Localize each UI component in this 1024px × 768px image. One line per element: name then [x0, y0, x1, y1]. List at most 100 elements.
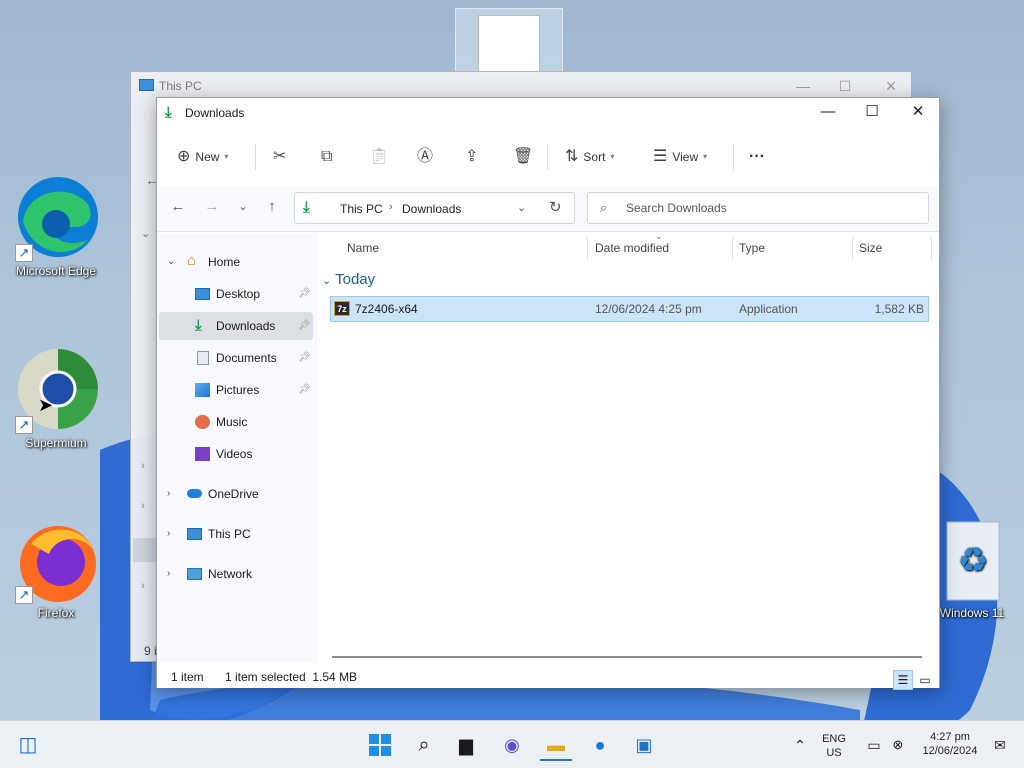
new-label: New — [195, 150, 220, 164]
cut-button[interactable]: ✂ — [273, 144, 286, 170]
rename-icon: Ⓐ — [417, 148, 434, 165]
status-fragment: 9 i — [144, 644, 157, 658]
sidebar-item-music[interactable]: Music — [159, 408, 313, 436]
task-view-icon[interactable]: ▆ — [450, 729, 482, 761]
horizontal-scrollbar[interactable] — [332, 656, 922, 658]
desktop-icon-supermium[interactable]: ↗ Supermium — [6, 344, 106, 450]
taskbar: ◫ ⌕ ▆ ◉ ▬ ● ▣ ⌃ ENG US ▭ ⊗ 4:27 pm 12/06… — [0, 720, 1024, 768]
minimize-icon[interactable]: — — [783, 72, 823, 100]
monitor-icon — [139, 79, 154, 91]
refresh-icon[interactable]: ↻ — [549, 198, 562, 216]
column-separator[interactable] — [852, 237, 853, 261]
column-separator[interactable] — [587, 237, 588, 261]
close-icon[interactable]: ✕ — [871, 72, 911, 100]
recent-locations-button[interactable]: ⌄ — [232, 200, 254, 213]
address-dropdown-icon[interactable]: ⌄ — [517, 201, 526, 214]
desktop-icon — [195, 288, 210, 300]
breadcrumb-downloads[interactable]: Downloads — [402, 202, 461, 216]
sidebar-item-videos[interactable]: Videos — [159, 440, 313, 468]
breadcrumb-thispc[interactable]: This PC — [340, 202, 383, 216]
chevron-down-icon[interactable]: ⌄ — [167, 248, 175, 276]
tiles-view-icon[interactable]: ▭ — [915, 670, 935, 690]
back-button[interactable]: ← — [167, 198, 189, 215]
sidebar-label: OneDrive — [208, 487, 259, 501]
maximize-icon[interactable]: ☐ — [825, 72, 865, 100]
details-view-icon[interactable]: ☰ — [893, 670, 913, 690]
pin-icon[interactable]: 📌︎ — [298, 312, 311, 340]
documents-icon — [197, 351, 209, 365]
chevron-up-icon[interactable]: ⌃ — [784, 729, 816, 761]
column-header-type[interactable]: Type — [739, 241, 765, 255]
clock[interactable]: 4:27 pm 12/06/2024 — [914, 730, 986, 758]
file-explorer-window[interactable]: ⤓ Downloads — ☐ ✕ ⊕ New ▾ ✂ ⧉ 📋︎ Ⓐ ⇪ 🗑︎ … — [156, 97, 940, 690]
sort-button[interactable]: ⇅ Sort ▾ — [565, 144, 614, 170]
column-header-name[interactable]: Name — [347, 241, 379, 255]
search-box[interactable]: ⌕ — [587, 192, 929, 224]
column-header-size[interactable]: Size — [859, 241, 882, 255]
address-bar[interactable]: ⤓ This PC › Downloads ⌄ ↻ — [294, 192, 575, 224]
language-code: ENG — [822, 733, 846, 745]
copy-button[interactable]: ⧉ — [321, 144, 332, 170]
sidebar-label: Network — [208, 567, 253, 581]
share-button[interactable]: ⇪ — [465, 144, 478, 170]
chat-icon[interactable]: ◉ — [496, 729, 528, 761]
edge-icon[interactable]: ● — [584, 729, 616, 761]
sidebar-item-documents[interactable]: Documents 📌︎ — [159, 344, 313, 372]
sidebar-item-home[interactable]: ⌄ ⌂ Home — [159, 248, 313, 276]
keyboard-region: US — [826, 747, 842, 759]
download-icon: ⤓ — [165, 104, 172, 121]
desktop-icon-edge[interactable]: ↗ Microsoft Edge — [6, 172, 106, 278]
new-button[interactable]: ⊕ New ▾ — [177, 144, 228, 170]
column-header-date[interactable]: Date modified — [595, 241, 669, 255]
sidebar-item-downloads[interactable]: ⤓ Downloads 📌︎ — [159, 312, 313, 340]
sidebar-item-onedrive[interactable]: › OneDrive — [159, 480, 313, 508]
sidebar-item-thispc[interactable]: › This PC — [159, 520, 313, 548]
file-name[interactable]: 7z2406-x64 — [355, 302, 418, 316]
rename-button[interactable]: Ⓐ — [417, 144, 433, 170]
maximize-button[interactable]: ☐ — [849, 98, 895, 128]
column-separator[interactable] — [732, 237, 733, 261]
chevron-right-icon[interactable]: › — [167, 520, 170, 548]
paste-button[interactable]: 📋︎ — [369, 144, 389, 170]
close-button[interactable]: ✕ — [895, 98, 941, 128]
volume-muted-icon[interactable]: ⊗ — [882, 729, 914, 761]
table-row[interactable]: 7z 7z2406-x64 12/06/2024 4:25 pm Applica… — [330, 296, 929, 322]
language-indicator[interactable]: ENG US — [818, 732, 850, 760]
group-header-today[interactable]: ⌄ Today — [322, 271, 375, 288]
pin-icon[interactable]: 📌︎ — [298, 376, 311, 404]
delete-button[interactable]: 🗑︎ — [513, 144, 533, 170]
sort-icon: ⇅ — [565, 148, 579, 165]
widgets-icon[interactable]: ◫ — [12, 729, 44, 761]
pin-icon[interactable]: 📌︎ — [298, 344, 311, 372]
address-row: ← → ⌄ ↑ ⤓ This PC › Downloads ⌄ ↻ ⌕ — [157, 186, 939, 232]
sidebar-item-network[interactable]: › Network — [159, 560, 313, 588]
pin-icon[interactable]: 📌︎ — [298, 280, 311, 308]
chevron-right-icon[interactable]: › — [167, 560, 170, 588]
title-bar[interactable]: ⤓ Downloads — ☐ ✕ — [157, 98, 939, 128]
up-button[interactable]: ↑ — [261, 198, 283, 215]
plus-circle-icon: ⊕ — [177, 148, 191, 165]
forward-button[interactable]: → — [201, 198, 223, 215]
start-button[interactable] — [364, 729, 396, 761]
sidebar-item-desktop[interactable]: Desktop 📌︎ — [159, 280, 313, 308]
file-list: Name ⌄ Date modified Type Size ⌄ Today 7… — [317, 231, 939, 653]
desktop-icon-label: Supermium — [25, 436, 87, 450]
desktop-icon-firefox[interactable]: ↗ Firefox — [6, 514, 106, 620]
share-icon: ⇪ — [465, 148, 479, 165]
search-icon[interactable]: ⌕ — [408, 729, 440, 761]
view-button[interactable]: ☰ View ▾ — [653, 144, 707, 170]
shortcut-arrow-icon: ↗ — [15, 586, 33, 604]
file-explorer-icon[interactable]: ▬ — [540, 729, 572, 761]
store-icon[interactable]: ▣ — [628, 729, 660, 761]
notification-icon[interactable]: ✉ — [984, 729, 1016, 761]
chevron-right-icon[interactable]: › — [167, 480, 170, 508]
onedrive-icon — [187, 489, 202, 498]
search-input[interactable] — [626, 201, 916, 215]
more-options-button[interactable]: ··· — [749, 144, 765, 170]
mouse-cursor-icon: ➤ — [38, 395, 54, 415]
sidebar-item-pictures[interactable]: Pictures 📌︎ — [159, 376, 313, 404]
chevron-right-icon[interactable]: › — [389, 201, 393, 213]
minimize-button[interactable]: — — [805, 98, 851, 128]
status-bar: 1 item 1 item selected 1.54 MB ☰ ▭ — [157, 664, 939, 690]
column-separator[interactable] — [931, 237, 932, 261]
